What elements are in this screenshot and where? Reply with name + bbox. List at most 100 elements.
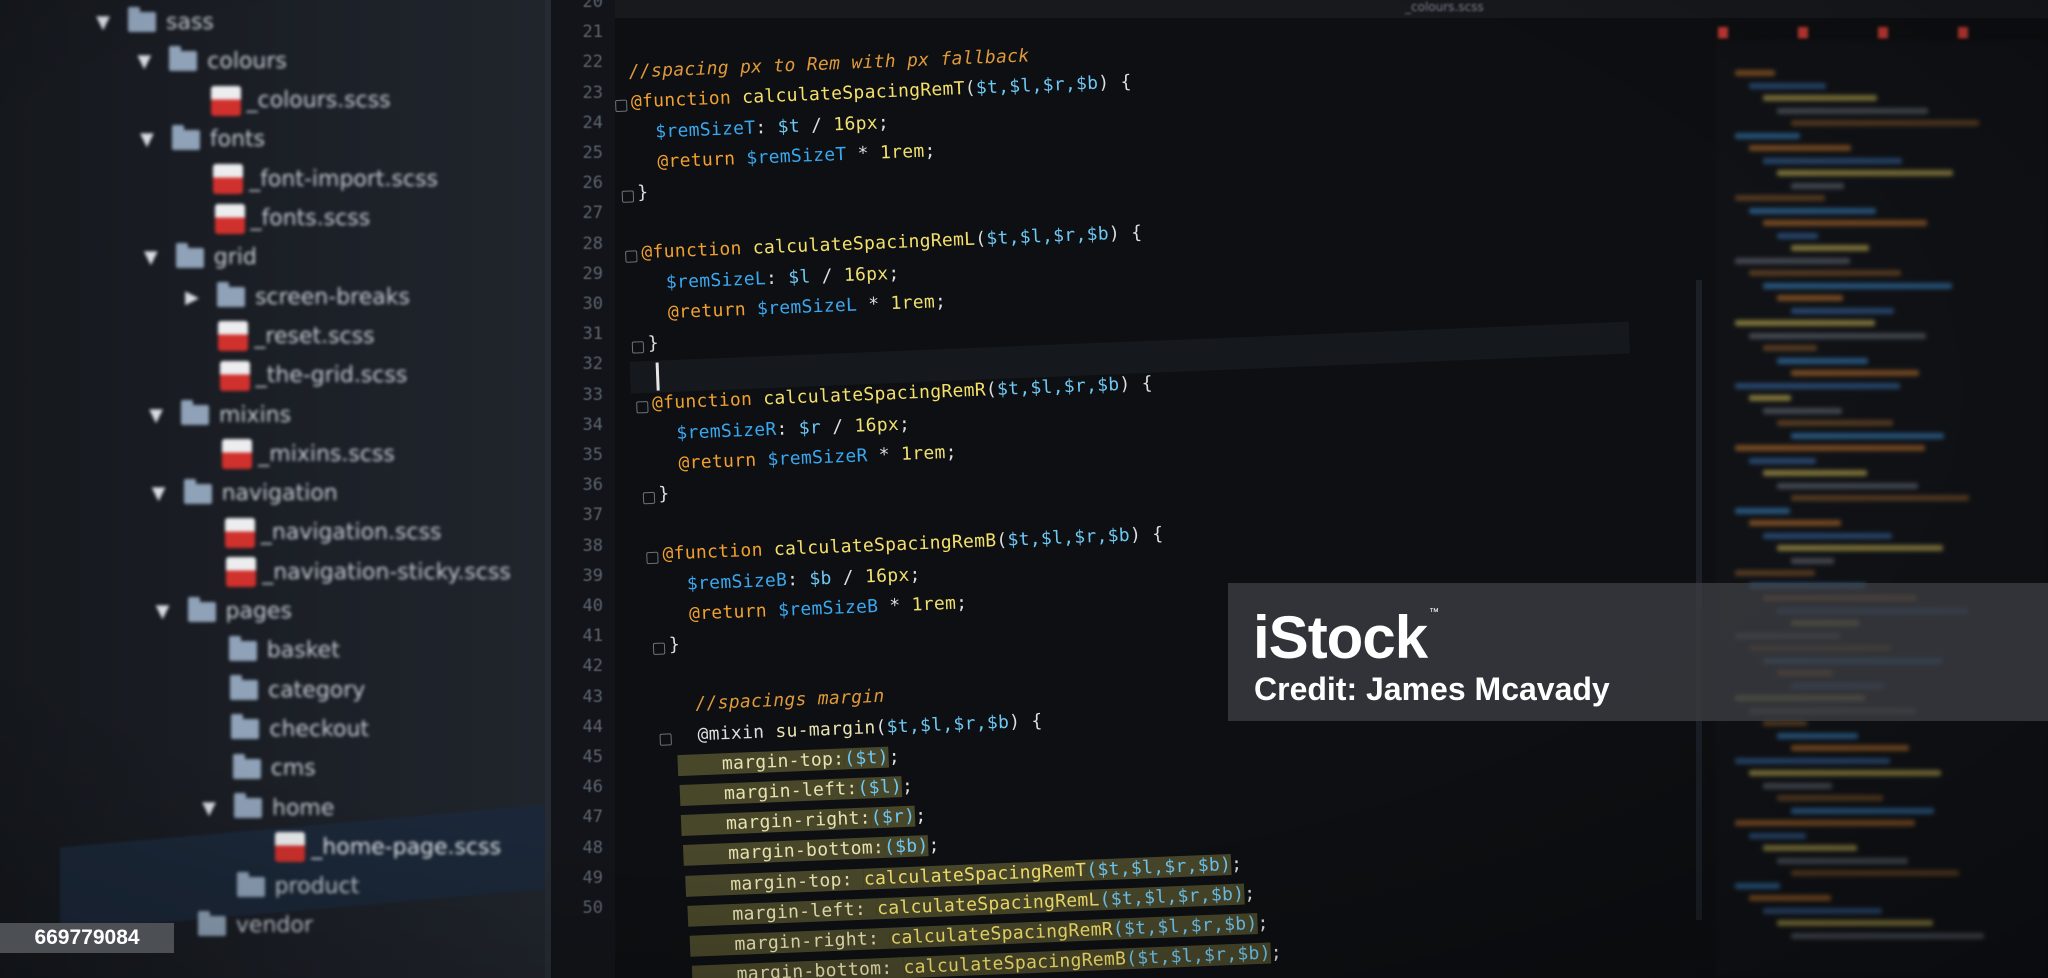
minimap-line xyxy=(1791,932,1984,939)
code-token: @return xyxy=(634,147,747,174)
minimap-line xyxy=(1749,82,1826,89)
code-line[interactable]: } xyxy=(647,333,659,363)
fold-marker-icon[interactable] xyxy=(631,341,645,354)
scss-file-icon xyxy=(218,321,249,352)
code-token: @function xyxy=(651,388,764,415)
code-token: $remSizeT xyxy=(632,117,756,143)
tree-item-label: pages xyxy=(225,599,292,624)
minimap-line xyxy=(1791,495,1969,501)
line-number: 44 xyxy=(582,716,603,737)
fold-marker-icon[interactable] xyxy=(646,552,659,565)
code-token: } xyxy=(657,483,670,505)
collapse-arrow-icon[interactable]: ▼ xyxy=(148,483,170,504)
tree-folder-item[interactable]: ▼ fonts xyxy=(136,122,265,158)
tree-file-item[interactable]: ▼_fonts.scss xyxy=(179,201,371,237)
fold-marker-icon[interactable] xyxy=(621,190,634,203)
fold-marker-icon[interactable] xyxy=(625,250,638,264)
code-line[interactable]: } xyxy=(669,634,681,664)
tree-file-item[interactable]: ▼_home-page.scss xyxy=(239,829,501,865)
minimap-line xyxy=(1735,757,1890,764)
tree-file-item[interactable]: ▼_reset.scss xyxy=(182,318,375,354)
tree-file-item[interactable]: ▼_mixins.scss xyxy=(186,436,395,472)
code-line[interactable] xyxy=(671,664,672,694)
folder-icon xyxy=(232,753,261,779)
fold-marker-icon[interactable] xyxy=(615,99,628,113)
tree-file-item[interactable]: ▼_navigation-sticky.scss xyxy=(190,554,511,590)
line-number: 20 xyxy=(582,0,603,12)
scss-file-icon xyxy=(1718,27,1728,39)
fold-marker-icon[interactable] xyxy=(642,491,655,505)
code-token: @return xyxy=(655,449,768,475)
folder-icon xyxy=(234,793,262,818)
code-line[interactable]: } xyxy=(637,182,649,212)
code-token: : xyxy=(755,116,779,139)
tree-folder-item[interactable]: ▼vendor xyxy=(162,908,313,944)
tree-file-item[interactable]: ▼_navigation.scss xyxy=(189,515,442,551)
collapse-arrow-icon[interactable]: ▼ xyxy=(92,12,114,33)
code-token: ($t,$l,$r,$b) xyxy=(1099,883,1245,911)
minimap-line xyxy=(1763,220,1927,226)
code-token: ; xyxy=(945,441,958,463)
minimap-line xyxy=(1735,507,1790,514)
collapse-arrow-icon[interactable]: ▼ xyxy=(152,601,174,622)
minimap-line xyxy=(1791,807,1934,814)
code-token: ( xyxy=(996,530,1008,552)
tree-item-label: home xyxy=(272,795,335,821)
fold-marker-icon[interactable] xyxy=(652,642,666,655)
tree-file-item[interactable]: ▼_font-import.scss xyxy=(177,161,438,197)
code-line[interactable] xyxy=(660,514,661,544)
line-number: 48 xyxy=(582,837,603,858)
minimap-line xyxy=(1777,357,1868,364)
code-token: ; xyxy=(914,805,927,827)
fold-marker-icon[interactable] xyxy=(659,732,672,746)
tree-folder-item[interactable]: ▶ screen-breaks xyxy=(181,279,410,315)
tree-folder-item[interactable]: ▼basket xyxy=(193,633,340,669)
tree-folder-item[interactable]: ▼ home xyxy=(198,790,334,826)
tree-item-label: cms xyxy=(270,756,316,782)
tree-folder-item[interactable]: ▼cms xyxy=(197,751,316,787)
code-token: * xyxy=(856,292,891,316)
istock-logo: iStock xyxy=(1253,604,1428,671)
tree-folder-item[interactable]: ▼ navigation xyxy=(148,476,338,512)
tree-file-item[interactable]: ▼_colours.scss xyxy=(175,83,391,119)
code-line[interactable] xyxy=(626,32,627,62)
tree-folder-item[interactable]: ▼product xyxy=(201,869,360,905)
tree-item-label: navigation xyxy=(221,481,338,507)
tree-file-item[interactable]: ▼_the-grid.scss xyxy=(184,358,407,394)
expand-arrow-icon[interactable]: ▶ xyxy=(181,287,203,308)
tree-item-label: product xyxy=(274,874,360,900)
scss-file-icon xyxy=(226,557,257,588)
collapse-arrow-icon[interactable]: ▼ xyxy=(198,798,220,819)
code-token: ; xyxy=(877,111,890,134)
minimap-line xyxy=(1777,857,1908,864)
tree-item-label: _fonts.scss xyxy=(250,206,371,231)
minimap-line xyxy=(1791,870,1959,876)
fold-marker-icon[interactable] xyxy=(635,401,649,414)
tree-folder-item[interactable]: ▼ grid xyxy=(140,240,257,276)
folder-icon xyxy=(228,635,257,661)
code-token: : xyxy=(786,568,810,591)
tree-folder-item[interactable]: ▼category xyxy=(194,672,365,708)
collapse-arrow-icon[interactable]: ▼ xyxy=(145,405,167,426)
scss-file-icon xyxy=(210,85,241,116)
tree-folder-item[interactable]: ▼ sass xyxy=(92,4,214,40)
tree-folder-item[interactable]: ▼ pages xyxy=(152,594,292,630)
code-line[interactable] xyxy=(639,212,640,242)
tree-folder-item[interactable]: ▼ colours xyxy=(133,43,287,79)
minimap-line xyxy=(1749,145,1851,151)
folder-icon xyxy=(169,46,198,72)
code-token: 16px xyxy=(864,564,910,588)
code-line[interactable]: } xyxy=(658,483,670,513)
minimap-line xyxy=(1763,470,1867,476)
collapse-arrow-icon[interactable]: ▼ xyxy=(140,247,162,268)
tree-folder-item[interactable]: ▼checkout xyxy=(195,711,369,747)
minimap-line xyxy=(1791,182,1844,189)
code-token: su-margin xyxy=(774,716,876,742)
minimap[interactable] xyxy=(1715,40,2048,978)
collapse-arrow-icon[interactable]: ▼ xyxy=(136,129,158,150)
minimap-line xyxy=(1763,345,1817,351)
tree-item-label: _home-page.scss xyxy=(311,834,502,860)
minimap-line xyxy=(1777,295,1843,301)
collapse-arrow-icon[interactable]: ▼ xyxy=(133,51,155,72)
tree-folder-item[interactable]: ▼ mixins xyxy=(145,397,291,433)
